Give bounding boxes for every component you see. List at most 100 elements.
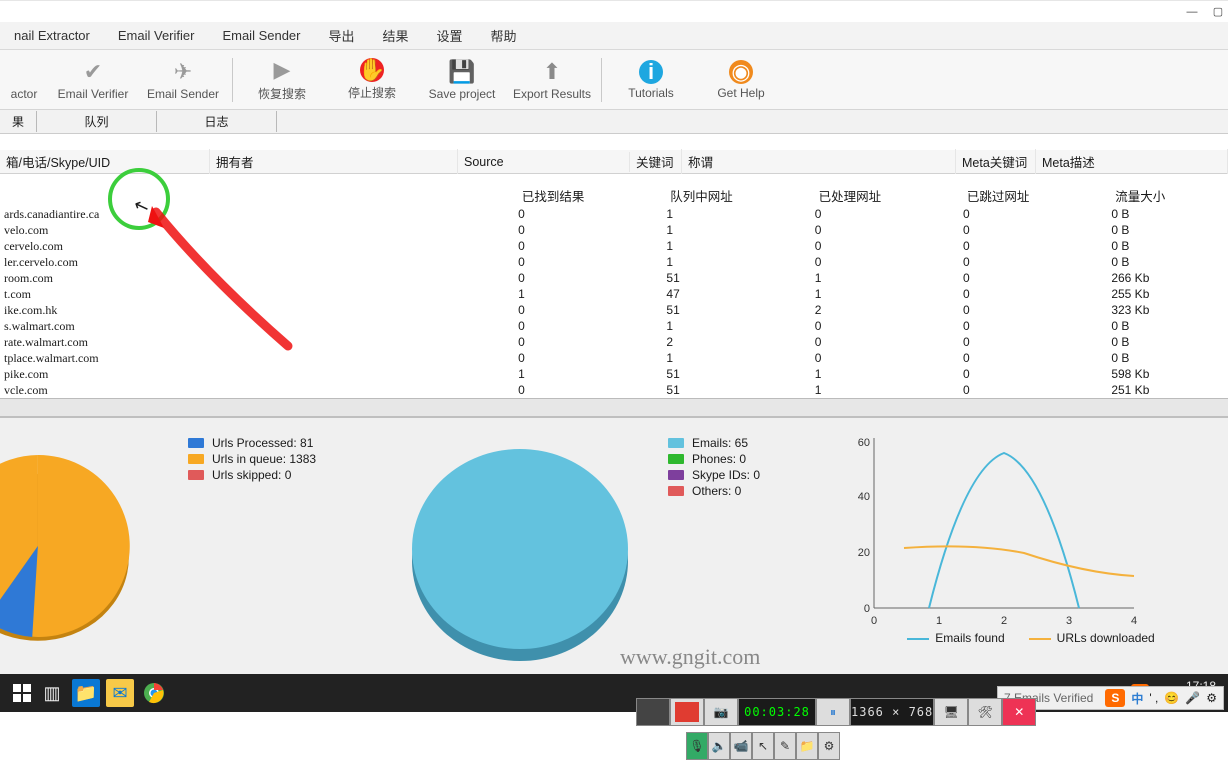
record-icon xyxy=(675,702,699,722)
rec-settings-icon[interactable]: ⚙ xyxy=(818,732,840,760)
cell-found: 0 xyxy=(516,383,664,397)
mail-icon[interactable]: ✉ xyxy=(106,679,134,707)
maximize-icon[interactable]: ▢ xyxy=(1212,6,1224,18)
col-owner[interactable]: 拥有者 xyxy=(210,149,458,174)
cell-found: 0 xyxy=(516,271,664,285)
rec-folder-icon[interactable]: 📁 xyxy=(796,732,818,760)
toolbar-label: 恢复搜索 xyxy=(258,85,306,102)
cell-host: ler.cervelo.com xyxy=(0,255,516,270)
rec-tools-button[interactable]: 🛠 xyxy=(968,698,1002,726)
ime-settings-icon[interactable]: ⚙ xyxy=(1206,691,1217,705)
cell-queue: 51 xyxy=(664,303,812,317)
extractor-button[interactable]: actor xyxy=(0,52,48,108)
cell-skipped: 0 xyxy=(961,351,1109,365)
legend-phones: Phones: 0 xyxy=(692,452,746,466)
life-ring-icon: ◉ xyxy=(729,60,753,84)
table-row[interactable]: ler.cervelo.com01000 B xyxy=(0,254,1228,270)
menu-export[interactable]: 导出 xyxy=(315,22,369,49)
cell-processed: 0 xyxy=(813,255,961,269)
minimize-icon[interactable]: — xyxy=(1186,6,1198,18)
tutorials-button[interactable]: i Tutorials xyxy=(606,52,696,108)
horizontal-scrollbar[interactable] xyxy=(0,398,1228,416)
cell-host: ike.com.hk xyxy=(0,303,516,318)
table-row[interactable]: rate.walmart.com02000 B xyxy=(0,334,1228,350)
rec-camera-button[interactable]: 📷 xyxy=(704,698,738,726)
cell-host: pike.com xyxy=(0,367,516,382)
svg-text:40: 40 xyxy=(858,491,870,503)
task-view-icon[interactable]: ▥ xyxy=(38,679,66,707)
table-row[interactable]: cervelo.com01000 B xyxy=(0,238,1228,254)
start-button[interactable] xyxy=(6,677,38,709)
cell-found: 0 xyxy=(516,335,664,349)
legend-others: Others: 0 xyxy=(692,484,741,498)
sender-button[interactable]: ✈ Email Sender xyxy=(138,52,228,108)
head-processed: 已处理网址 xyxy=(813,184,961,207)
table-row[interactable]: tplace.walmart.com01000 B xyxy=(0,350,1228,366)
rec-pause-button[interactable]: ⏸ xyxy=(816,698,850,726)
table-row[interactable]: t.com14710255 Kb xyxy=(0,286,1228,302)
stop-search-button[interactable]: ✋ 停止搜索 xyxy=(327,52,417,108)
legend-queue: Urls in queue: 1383 xyxy=(212,452,316,466)
cell-queue: 1 xyxy=(664,319,812,333)
rec-cursor-icon[interactable]: ↖ xyxy=(752,732,774,760)
windows-icon xyxy=(13,684,31,702)
head-traffic: 流量大小 xyxy=(1109,184,1228,207)
table-row[interactable]: ike.com.hk05120323 Kb xyxy=(0,302,1228,318)
cell-queue: 51 xyxy=(664,383,812,397)
col-meta-kw[interactable]: Meta关键词 xyxy=(956,149,1036,174)
ime-punct[interactable]: ' , xyxy=(1149,691,1158,705)
rec-webcam-icon[interactable]: 📹 xyxy=(730,732,752,760)
svg-text:1: 1 xyxy=(936,615,942,627)
file-explorer-icon[interactable]: 📁 xyxy=(72,679,100,707)
screen-recorder-bar[interactable]: 📷 00:03:28 ⏸ 1366 × 768 🖥 🛠 ✕ xyxy=(636,696,1036,728)
rec-drag-handle[interactable] xyxy=(636,698,670,726)
tab-log[interactable]: 日志 xyxy=(157,111,277,132)
table-row[interactable]: pike.com15110598 Kb xyxy=(0,366,1228,382)
table-row[interactable]: ards.canadiantire.ca01000 B xyxy=(0,206,1228,222)
ime-emoji-icon[interactable]: 😊 xyxy=(1164,691,1179,705)
export-results-button[interactable]: ⬆ Export Results xyxy=(507,52,597,108)
table-row[interactable]: s.walmart.com01000 B xyxy=(0,318,1228,334)
table-row[interactable]: room.com05110266 Kb xyxy=(0,270,1228,286)
menu-results[interactable]: 结果 xyxy=(369,22,423,49)
get-help-button[interactable]: ◉ Get Help xyxy=(696,52,786,108)
table-row[interactable]: vcle.com05110251 Kb xyxy=(0,382,1228,398)
col-keyword[interactable]: 关键词 xyxy=(630,149,682,174)
cell-host: cervelo.com xyxy=(0,239,516,254)
secondary-toolbar: 果 队列 日志 xyxy=(0,110,1228,134)
stop-icon: ✋ xyxy=(360,58,384,82)
ime-lang[interactable]: 中 xyxy=(1131,690,1143,707)
bullseye-icon xyxy=(11,59,37,85)
cell-queue: 1 xyxy=(664,239,812,253)
tab-results[interactable]: 果 xyxy=(0,111,37,132)
rec-pen-icon[interactable]: ✎ xyxy=(774,732,796,760)
rec-speaker-icon[interactable]: 🔈 xyxy=(708,732,730,760)
svg-text:60: 60 xyxy=(858,437,870,449)
verifier-button[interactable]: ✔ Email Verifier xyxy=(48,52,138,108)
toolbar-label: Save project xyxy=(429,87,496,101)
col-source[interactable]: Source xyxy=(458,152,630,172)
title-bar: — ▢ xyxy=(0,0,1228,22)
table-row[interactable]: velo.com01000 B xyxy=(0,222,1228,238)
col-contact[interactable]: 箱/电话/Skype/UID xyxy=(0,149,210,174)
menu-settings[interactable]: 设置 xyxy=(423,22,477,49)
rec-record-button[interactable] xyxy=(670,698,704,726)
rec-mic-icon[interactable]: 🎙 xyxy=(686,732,708,760)
legend-swatch xyxy=(188,454,204,464)
ime-mic-icon[interactable]: 🎤 xyxy=(1185,691,1200,705)
rec-close-button[interactable]: ✕ xyxy=(1002,698,1036,726)
toolbar-separator xyxy=(601,58,602,102)
rec-resolution: 1366 × 768 xyxy=(850,698,934,726)
chrome-icon[interactable] xyxy=(140,679,168,707)
save-project-button[interactable]: 💾 Save project xyxy=(417,52,507,108)
col-meta-desc[interactable]: Meta描述 xyxy=(1036,149,1228,174)
tab-queue[interactable]: 队列 xyxy=(37,111,157,132)
menu-sender[interactable]: Email Sender xyxy=(208,24,314,47)
menu-help[interactable]: 帮助 xyxy=(477,22,531,49)
menu-extractor[interactable]: nail Extractor xyxy=(0,24,104,47)
rec-screen-button[interactable]: 🖥 xyxy=(934,698,968,726)
resume-search-button[interactable]: ▶ 恢复搜索 xyxy=(237,52,327,108)
col-title-word[interactable]: 称谓 xyxy=(682,149,956,174)
legend-swatch xyxy=(188,470,204,480)
menu-verifier[interactable]: Email Verifier xyxy=(104,24,209,47)
